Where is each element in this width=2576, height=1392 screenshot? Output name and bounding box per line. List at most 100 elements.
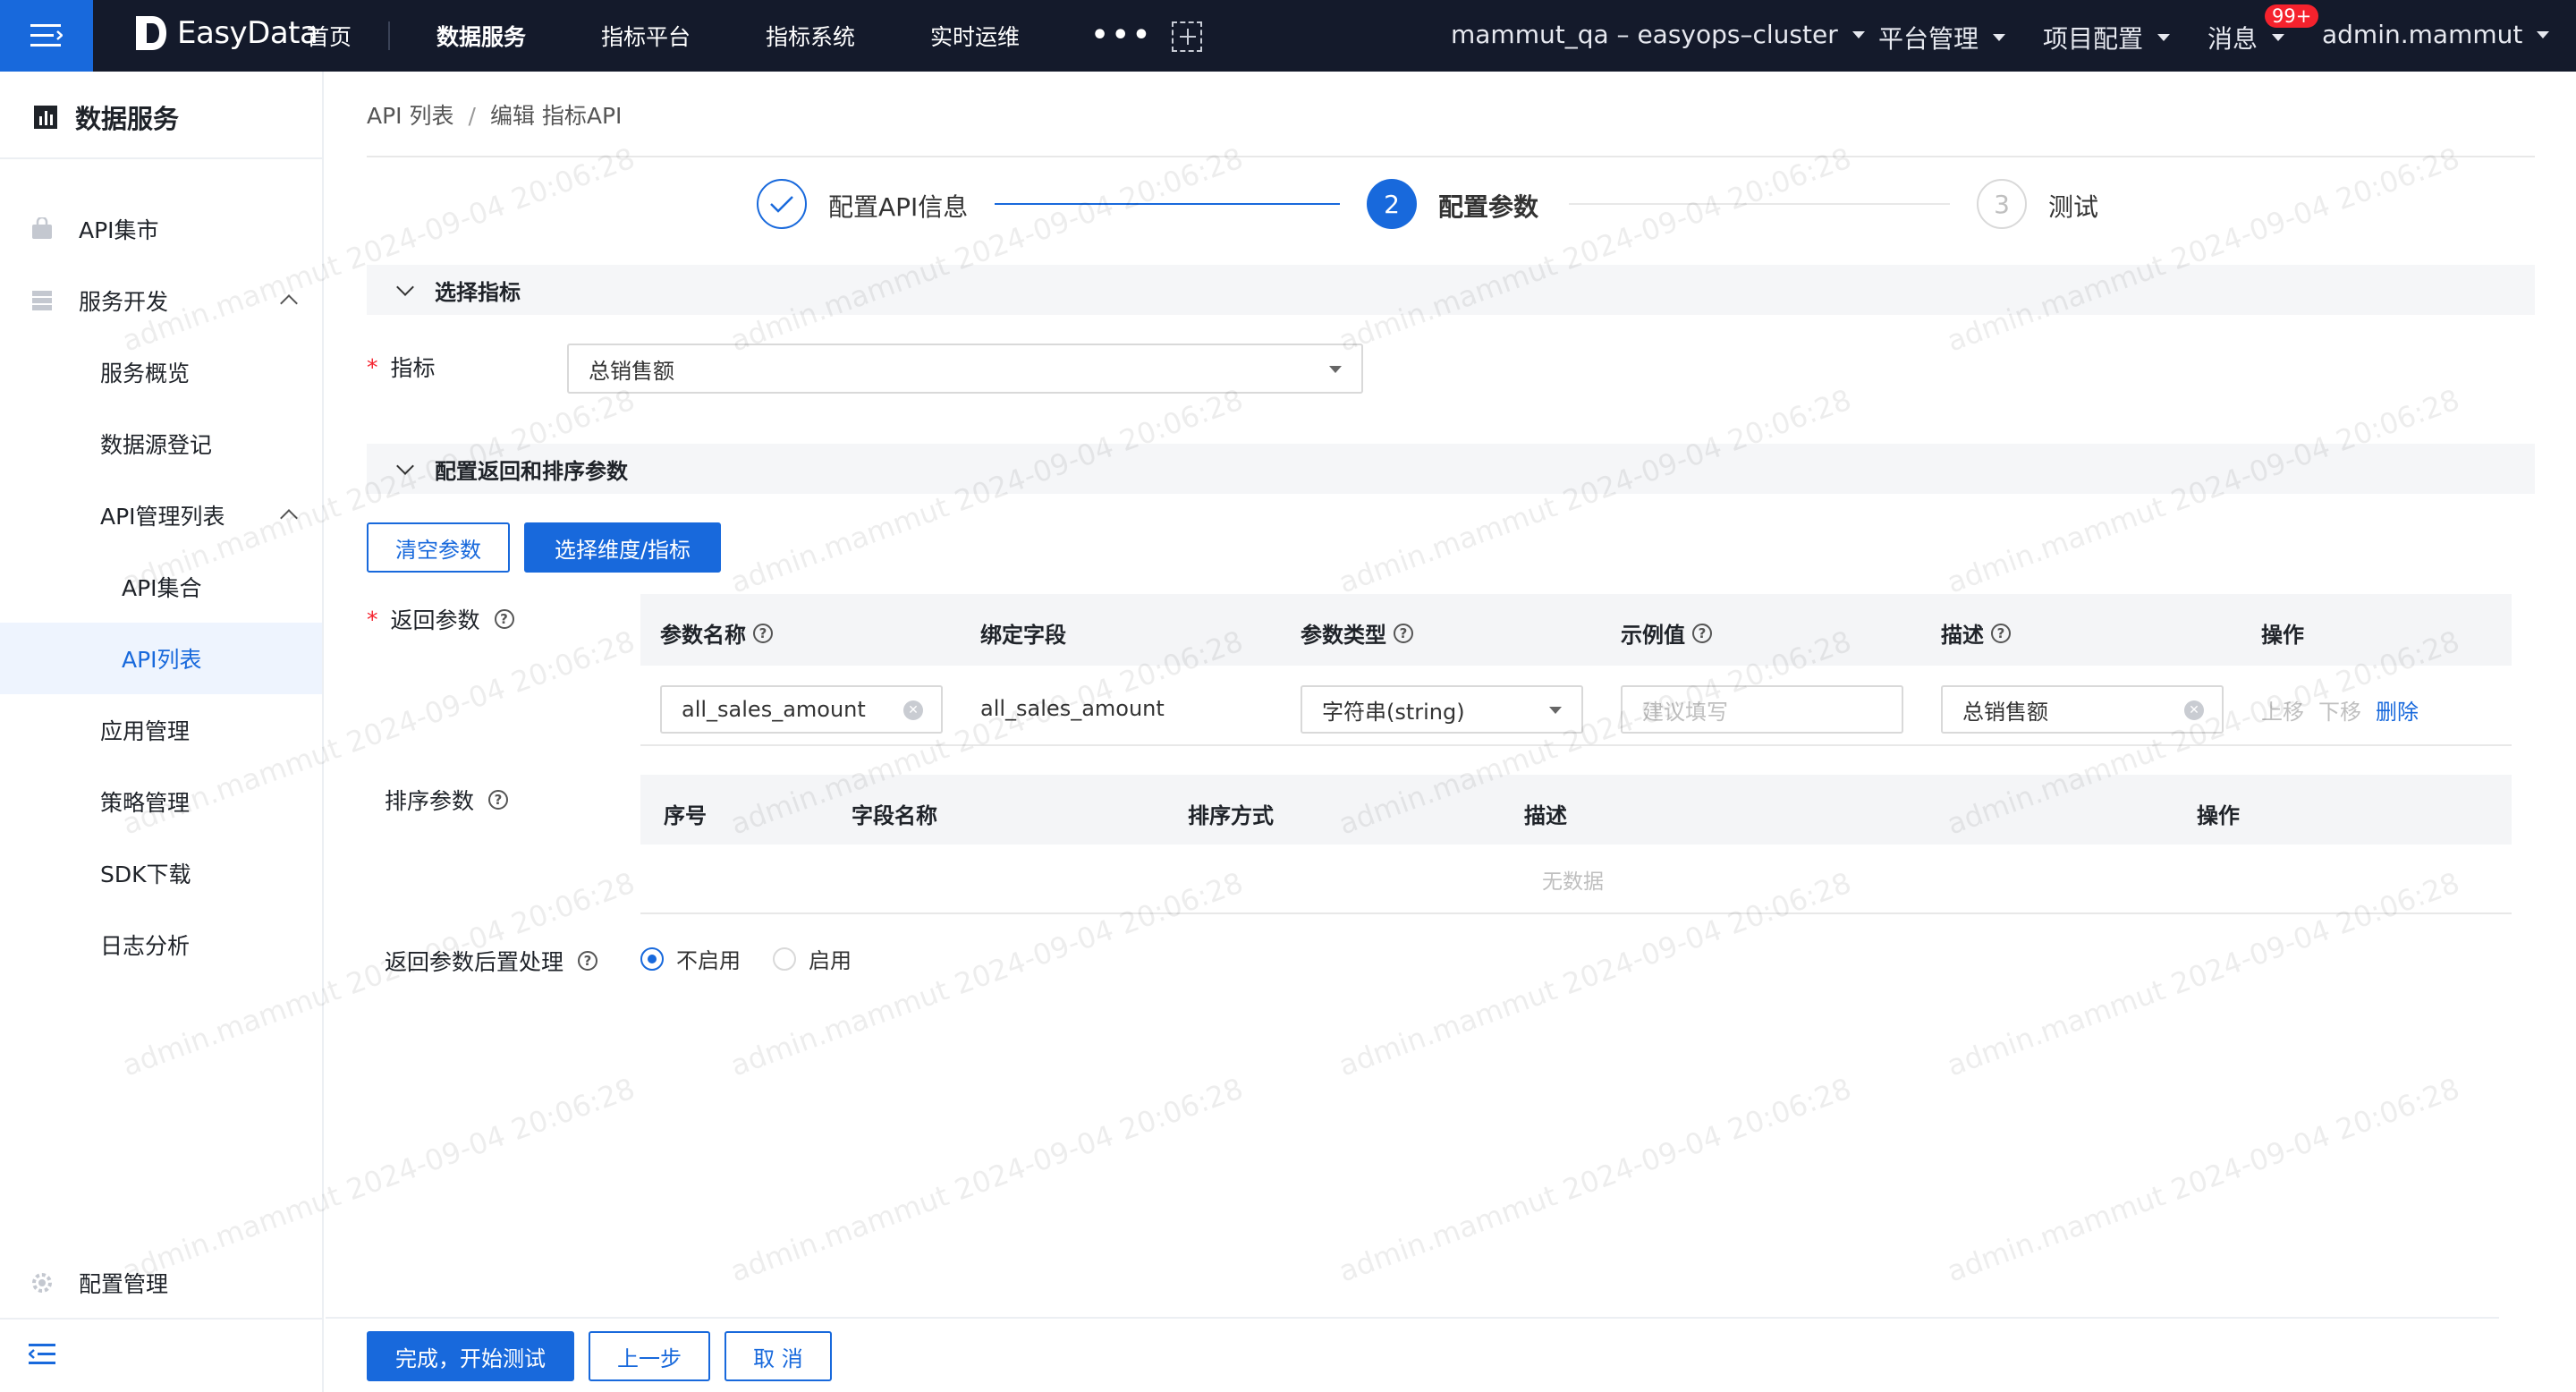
column-header: 绑定字段	[980, 623, 1066, 648]
param-type-select[interactable]: 字符串(string)	[1301, 685, 1583, 734]
select-dimension-metric-button[interactable]: 选择维度/指标	[524, 522, 721, 573]
sort-params-label: 排序参数?	[385, 784, 509, 816]
chevron-down-icon	[1329, 366, 1342, 373]
move-up-button[interactable]: 上移	[2261, 694, 2304, 726]
nav-home[interactable]: 首页	[307, 20, 352, 52]
section-title: 选择指标	[435, 279, 521, 305]
metric-select[interactable]: 总销售额	[567, 344, 1363, 394]
chevron-up-icon	[280, 509, 298, 527]
sidebar-item-label: 应用管理	[100, 718, 191, 744]
example-value-placeholder: 建议填写	[1642, 699, 1728, 725]
help-icon[interactable]: ?	[488, 790, 509, 810]
nav-metric-platform[interactable]: 指标平台	[601, 20, 691, 52]
step-connector	[995, 203, 1340, 205]
gear-icon	[32, 1273, 52, 1293]
chevron-down-icon	[1852, 30, 1865, 38]
sidebar-item-log-analysis[interactable]: 日志分析	[0, 909, 322, 980]
help-icon[interactable]: ?	[1692, 623, 1712, 643]
column-header-text: 参数类型	[1301, 623, 1386, 648]
sidebar-item-sdk-download[interactable]: SDK下载	[0, 837, 322, 909]
finish-and-test-button[interactable]: 完成，开始测试	[367, 1331, 574, 1381]
sort-params-label-text: 排序参数	[385, 788, 475, 814]
divider	[367, 156, 2535, 157]
message-count-badge: 99+	[2265, 4, 2319, 28]
section-select-metric-header[interactable]: 选择指标	[367, 265, 2535, 315]
bound-field-value: all_sales_amount	[980, 696, 1165, 721]
sidebar-item-policy-management[interactable]: 策略管理	[0, 766, 322, 837]
return-params-table: 参数名称? 绑定字段 参数类型? 示例值? 描述? 操作 all_sales_a…	[640, 594, 2512, 746]
chevron-down-icon	[2537, 30, 2550, 38]
previous-step-button[interactable]: 上一步	[589, 1331, 710, 1381]
move-down-button[interactable]: 下移	[2318, 694, 2361, 726]
sidebar-title: 数据服务	[32, 98, 179, 136]
cluster-selector[interactable]: mammut_qa – easyops–cluster	[1451, 20, 1865, 49]
clear-icon[interactable]: ✕	[2184, 700, 2204, 720]
nav-metric-system[interactable]: 指标系统	[766, 20, 855, 52]
description-input[interactable]: 总销售额 ✕	[1941, 685, 2224, 734]
chart-bar-icon	[34, 106, 57, 129]
nav-data-service[interactable]: 数据服务	[436, 20, 526, 52]
nav-divider	[388, 21, 390, 50]
nav-realtime-ops[interactable]: 实时运维	[930, 20, 1020, 52]
cancel-button[interactable]: 取 消	[724, 1331, 832, 1381]
post-process-on-radio[interactable]: 启用	[773, 943, 852, 974]
section-return-sort-header[interactable]: 配置返回和排序参数	[367, 444, 2535, 494]
empty-text: 无数据	[1542, 870, 1604, 894]
help-icon[interactable]: ?	[578, 951, 598, 971]
collapse-sidebar-button[interactable]	[28, 1342, 57, 1372]
radio-label: 启用	[809, 948, 852, 973]
sidebar-item-service-dev[interactable]: 服务开发	[0, 265, 322, 336]
brand-logo[interactable]: EasyData	[134, 14, 318, 52]
chevron-down-icon	[2272, 34, 2285, 41]
chevron-down-icon	[2157, 34, 2171, 41]
sidebar-title-label: 数据服务	[75, 104, 180, 134]
sidebar-item-api-collection[interactable]: API集合	[0, 551, 322, 623]
sidebar-item-label: SDK下载	[100, 862, 191, 887]
column-header: 操作	[2261, 623, 2304, 648]
add-tab-icon[interactable]	[1172, 21, 1202, 52]
sidebar-item-service-overview[interactable]: 服务概览	[0, 336, 322, 408]
sidebar-item-api-management[interactable]: API管理列表	[0, 480, 322, 551]
sidebar-item-app-management[interactable]: 应用管理	[0, 694, 322, 766]
column-header: 描述?	[1941, 617, 2011, 649]
sidebar-item-label: 数据源登记	[100, 432, 213, 458]
chevron-down-icon	[396, 457, 414, 475]
help-icon[interactable]: ?	[1991, 623, 2011, 643]
sidebar-item-label: API集市	[79, 217, 159, 243]
divider	[326, 1317, 2499, 1319]
clear-icon[interactable]: ✕	[903, 700, 923, 720]
example-value-input[interactable]: 建议填写	[1621, 685, 1903, 734]
sidebar-item-config-management[interactable]: 配置管理	[0, 1247, 322, 1319]
delete-button[interactable]: 删除	[2376, 694, 2419, 726]
help-icon[interactable]: ?	[494, 609, 514, 629]
metric-label: * 指标	[367, 351, 436, 383]
chevron-down-icon	[396, 278, 414, 296]
brand-name: EasyData	[177, 15, 318, 51]
step-3-circle: 3	[1977, 179, 2027, 229]
sidebar-item-label: 日志分析	[100, 933, 191, 959]
sidebar-item-label: API管理列表	[100, 504, 225, 530]
breadcrumb: API 列表 / 编辑 指标API	[367, 98, 622, 131]
param-type-value: 字符串(string)	[1322, 699, 1465, 725]
breadcrumb-api-list-link[interactable]: API 列表	[367, 103, 454, 129]
sidebar-item-datasource-register[interactable]: 数据源登记	[0, 408, 322, 480]
sidebar-item-api-list[interactable]: API列表	[0, 623, 322, 694]
help-icon[interactable]: ?	[753, 623, 773, 643]
post-process-off-radio[interactable]: 不启用	[640, 943, 741, 974]
project-menu[interactable]: 项目配置	[2043, 20, 2171, 55]
chevron-down-icon	[1993, 34, 2006, 41]
help-icon[interactable]: ?	[1394, 623, 1413, 643]
clear-params-button[interactable]: 清空参数	[367, 522, 510, 573]
messages-label: 消息	[2207, 24, 2258, 54]
step-connector	[1569, 203, 1950, 205]
menu-toggle-button[interactable]	[0, 0, 93, 72]
step-1-circle	[757, 179, 807, 229]
table-header: 序号 字段名称 排序方式 描述 操作	[640, 775, 2512, 845]
sidebar-item-api-market[interactable]: API集市	[0, 193, 322, 265]
param-name-value: all_sales_amount	[682, 697, 866, 722]
param-name-input[interactable]: all_sales_amount ✕	[660, 685, 943, 734]
user-menu[interactable]: admin.mammut	[2322, 20, 2550, 49]
platform-menu[interactable]: 平台管理	[1878, 20, 2006, 55]
nav-more-icon[interactable]: •••	[1091, 20, 1154, 51]
metric-label-text: 指标	[390, 355, 436, 381]
